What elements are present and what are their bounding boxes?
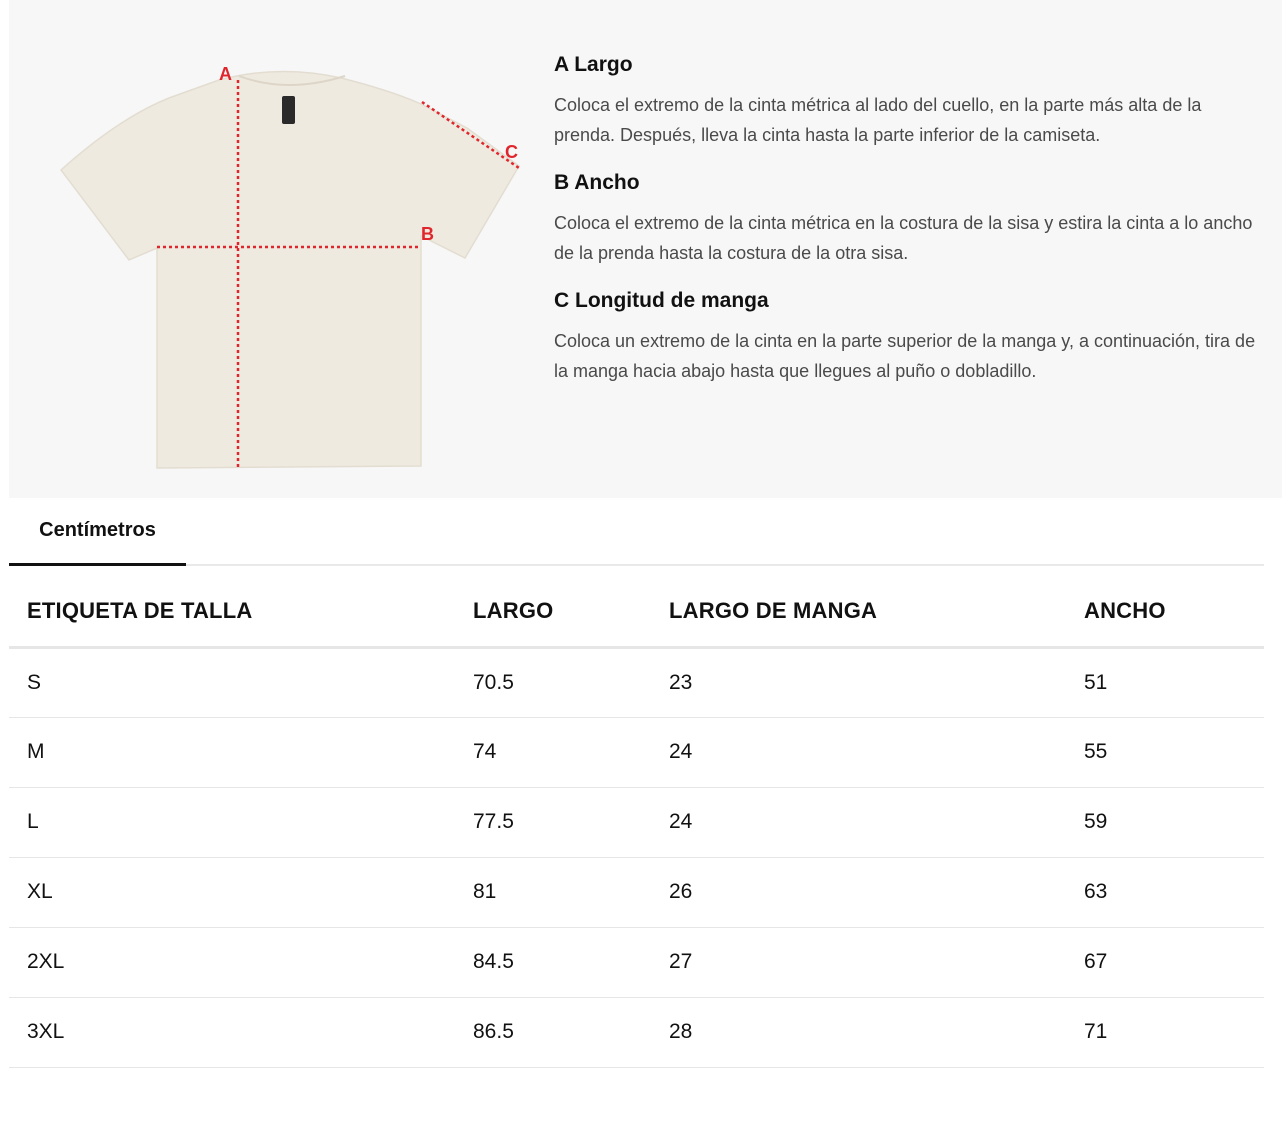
cell-largo-manga: 23 xyxy=(651,647,1066,718)
cell-ancho: 63 xyxy=(1066,857,1264,928)
tab-centimetros[interactable]: Centímetros xyxy=(9,498,186,566)
column-header-talla: ETIQUETA DE TALLA xyxy=(9,576,455,649)
cell-largo-manga: 26 xyxy=(651,857,1066,928)
cell-largo: 74 xyxy=(455,717,651,788)
cell-largo: 84.5 xyxy=(455,927,651,998)
tshirt-shape xyxy=(59,70,520,469)
tshirt-diagram: A B C xyxy=(49,58,529,478)
cell-largo-manga: 24 xyxy=(651,787,1066,858)
marker-b: B xyxy=(421,224,434,244)
cell-talla: 2XL xyxy=(9,927,455,998)
unit-tabs: Centímetros xyxy=(9,498,1264,566)
column-header-largo: LARGO xyxy=(455,576,651,649)
table-header-row: ETIQUETA DE TALLA LARGO LARGO DE MANGA A… xyxy=(9,576,1264,649)
cell-largo: 77.5 xyxy=(455,787,651,858)
cell-largo: 81 xyxy=(455,857,651,928)
tshirt-label-tag xyxy=(282,96,295,124)
instruction-title-manga: C Longitud de manga xyxy=(554,289,769,312)
cell-talla: L xyxy=(9,787,455,858)
measurement-guide: A B C A Largo Coloca el extremo de la ci… xyxy=(9,0,1282,498)
table-row: XL 81 26 63 xyxy=(9,857,1264,928)
instruction-title-ancho: B Ancho xyxy=(554,171,640,194)
table-row: L 77.5 24 59 xyxy=(9,787,1264,858)
instruction-text-ancho: Coloca el extremo de la cinta métrica en… xyxy=(554,213,1253,263)
column-header-ancho: ANCHO xyxy=(1066,576,1264,649)
table-row: 2XL 84.5 27 67 xyxy=(9,927,1264,998)
cell-largo: 70.5 xyxy=(455,647,651,718)
cell-largo-manga: 24 xyxy=(651,717,1066,788)
column-header-largo-manga: LARGO DE MANGA xyxy=(651,576,1066,649)
cell-talla: 3XL xyxy=(9,997,455,1068)
cell-talla: S xyxy=(9,647,455,718)
cell-ancho: 51 xyxy=(1066,647,1264,718)
marker-c: C xyxy=(505,142,518,162)
cell-talla: XL xyxy=(9,857,455,928)
cell-largo-manga: 27 xyxy=(651,927,1066,998)
table-row: M 74 24 55 xyxy=(9,717,1264,788)
marker-a: A xyxy=(219,64,232,84)
measurement-instructions: A Largo Coloca el extremo de la cinta mé… xyxy=(554,50,1264,404)
cell-largo: 86.5 xyxy=(455,997,651,1068)
table-row: 3XL 86.5 28 71 xyxy=(9,997,1264,1068)
cell-ancho: 67 xyxy=(1066,927,1264,998)
instruction-title-largo: A Largo xyxy=(554,53,633,76)
tshirt-illustration: A B C xyxy=(59,64,520,469)
cell-ancho: 59 xyxy=(1066,787,1264,858)
table-row: S 70.5 23 51 xyxy=(9,647,1264,718)
size-table: ETIQUETA DE TALLA LARGO LARGO DE MANGA A… xyxy=(9,576,1264,1068)
cell-talla: M xyxy=(9,717,455,788)
cell-ancho: 55 xyxy=(1066,717,1264,788)
instruction-text-manga: Coloca un extremo de la cinta en la part… xyxy=(554,331,1256,381)
cell-largo-manga: 28 xyxy=(651,997,1066,1068)
instruction-text-largo: Coloca el extremo de la cinta métrica al… xyxy=(554,95,1202,145)
cell-ancho: 71 xyxy=(1066,997,1264,1068)
